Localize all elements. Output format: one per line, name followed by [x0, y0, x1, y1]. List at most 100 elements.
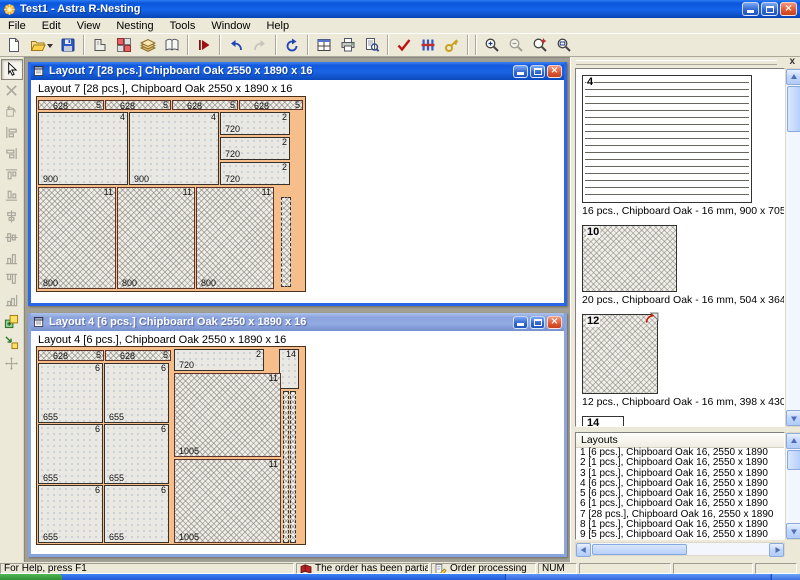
layout4-titlebar[interactable]: Layout 4 [6 pcs.] Chipboard Oak 2550 x 1… [31, 313, 564, 331]
layout-list-item[interactable]: 9 [5 pcs.], Chipboard Oak 16, 2550 x 189… [576, 530, 784, 540]
part-piece[interactable]: 111005800 [38, 187, 116, 289]
layouts-scrollbar[interactable] [785, 432, 800, 540]
scroll-thumb[interactable] [592, 544, 687, 555]
recalculate-icon[interactable] [280, 34, 304, 56]
part-piece[interactable]: 4705900 [38, 112, 128, 185]
dropdown-arrow-icon[interactable] [47, 44, 53, 51]
menu-edit[interactable]: Edit [34, 19, 69, 33]
part-piece[interactable]: 5628 [105, 100, 171, 110]
part-piece[interactable]: 2720 [220, 112, 290, 135]
toolbar-separator [219, 35, 221, 55]
dock-corner-icon [1, 290, 23, 311]
menu-window[interactable]: Window [203, 19, 258, 33]
cutting-icon[interactable] [416, 34, 440, 56]
panel-grip[interactable] [576, 60, 777, 65]
layout7-minimize-button[interactable] [513, 65, 528, 78]
layouts-hscrollbar[interactable] [575, 542, 785, 556]
layout7-titlebar[interactable]: Layout 7 [28 pcs.] Chipboard Oak 2550 x … [31, 62, 564, 80]
print-preview-icon[interactable] [360, 34, 384, 56]
scroll-left-button[interactable] [576, 543, 591, 557]
scroll-thumb[interactable] [787, 450, 800, 470]
part-piece[interactable]: 2720 [174, 349, 264, 371]
close-button[interactable]: × [780, 2, 797, 16]
pointer-icon[interactable] [1, 59, 23, 80]
layout7-sheet[interactable]: 5628562856285628470590047059002720272027… [36, 96, 306, 292]
part-piece[interactable]: 111005800 [117, 187, 195, 289]
part-item[interactable]: 1212 pcs., Chipboard Oak - 16 mm, 398 x … [582, 314, 778, 408]
zoom-in-icon[interactable] [480, 34, 504, 56]
save-icon[interactable] [56, 34, 80, 56]
part-piece[interactable]: 6566655 [104, 363, 169, 423]
zoom-window-icon[interactable] [552, 34, 576, 56]
undo-icon[interactable] [224, 34, 248, 56]
window-grid-icon[interactable] [312, 34, 336, 56]
layout7-maximize-button[interactable] [530, 65, 545, 78]
start-button[interactable] [0, 574, 62, 580]
layout7-canvas[interactable]: Layout 7 [28 pcs.], Chipboard Oak 2550 x… [31, 80, 564, 303]
menu-help[interactable]: Help [258, 19, 297, 33]
layout4-canvas[interactable]: Layout 4 [6 pcs.], Chipboard Oak 2550 x … [31, 331, 564, 554]
sheets-icon[interactable] [160, 34, 184, 56]
part-piece[interactable]: 6566655 [38, 424, 103, 484]
part-piece[interactable]: 4705900 [129, 112, 219, 185]
minimize-button[interactable] [742, 2, 759, 16]
parts-grid-icon[interactable] [112, 34, 136, 56]
mdi-workspace: Layout 7 [28 pcs.] Chipboard Oak 2550 x … [24, 57, 570, 562]
part-piece[interactable]: 111005800 [196, 187, 274, 289]
add-part-icon[interactable] [1, 332, 23, 353]
scroll-up-button[interactable] [786, 433, 800, 449]
restore-button[interactable] [761, 2, 778, 16]
layout4-sheet[interactable]: 5628562827201465666556566655656665565666… [36, 346, 306, 545]
part-piece[interactable] [281, 197, 291, 287]
run-nesting-icon[interactable] [192, 34, 216, 56]
open-folder-icon[interactable] [26, 34, 56, 56]
part-piece[interactable]: 6566655 [38, 485, 103, 543]
part-piece[interactable] [283, 391, 289, 543]
part-icon[interactable] [88, 34, 112, 56]
print-icon[interactable] [336, 34, 360, 56]
part-piece[interactable]: 5628 [38, 100, 104, 110]
new-document-icon[interactable] [2, 34, 26, 56]
part-piece[interactable]: 14 [279, 349, 299, 389]
status-pane: For Help, press F1 [0, 563, 294, 574]
check-order-icon[interactable] [392, 34, 416, 56]
scroll-up-button[interactable] [786, 69, 800, 85]
part-piece[interactable]: 2720 [220, 137, 290, 160]
layout7-window[interactable]: Layout 7 [28 pcs.] Chipboard Oak 2550 x … [28, 62, 567, 306]
zoom-dynamic-icon[interactable] [528, 34, 552, 56]
part-item[interactable]: 1020 pcs., Chipboard Oak - 16 mm, 504 x … [582, 225, 778, 306]
layout4-close-button[interactable]: × [547, 316, 562, 329]
part-piece[interactable]: 6566655 [38, 363, 103, 423]
scroll-right-button[interactable] [769, 543, 784, 557]
taskbar[interactable] [0, 574, 800, 580]
part-piece[interactable]: 2720 [220, 162, 290, 185]
part-piece[interactable] [290, 391, 296, 543]
part-piece[interactable]: 5628 [239, 100, 303, 110]
menu-file[interactable]: File [0, 19, 34, 33]
key-icon[interactable] [440, 34, 464, 56]
layout4-maximize-button[interactable] [530, 316, 545, 329]
part-item[interactable]: 14 [582, 416, 778, 427]
part-item[interactable]: 416 pcs., Chipboard Oak - 16 mm, 900 x 7… [582, 75, 778, 217]
scroll-down-button[interactable] [786, 523, 800, 539]
layout4-window[interactable]: Layout 4 [6 pcs.] Chipboard Oak 2550 x 1… [28, 313, 567, 557]
menu-nesting[interactable]: Nesting [108, 19, 161, 33]
part-piece[interactable]: 118001005 [174, 459, 281, 543]
layout7-close-button[interactable]: × [547, 65, 562, 78]
menu-view[interactable]: View [69, 19, 109, 33]
part-piece[interactable]: 118001005 [174, 373, 281, 457]
part-piece[interactable]: 5628 [105, 350, 171, 361]
part-piece[interactable]: 5628 [172, 100, 238, 110]
panel-close-icon[interactable]: x [789, 57, 795, 67]
part-piece[interactable]: 5628 [38, 350, 104, 361]
taskbar-button[interactable] [505, 574, 770, 580]
scroll-thumb[interactable] [787, 86, 800, 132]
part-piece[interactable]: 6566655 [104, 485, 169, 543]
part-piece[interactable]: 6566655 [104, 424, 169, 484]
materials-icon[interactable] [136, 34, 160, 56]
menu-tools[interactable]: Tools [162, 19, 204, 33]
parts-scrollbar[interactable] [785, 68, 800, 427]
layout4-minimize-button[interactable] [513, 316, 528, 329]
scroll-down-button[interactable] [786, 410, 800, 426]
copies-icon[interactable] [1, 311, 23, 332]
